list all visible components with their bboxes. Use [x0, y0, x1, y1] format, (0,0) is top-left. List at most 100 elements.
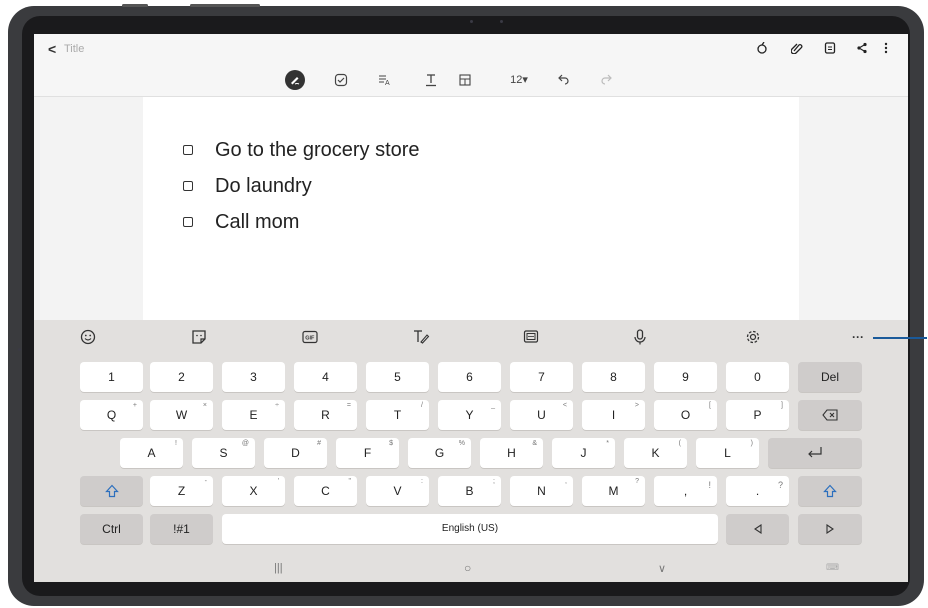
handwriting-pen-button[interactable]: [285, 70, 305, 90]
more-icon[interactable]: ···: [848, 328, 868, 346]
checkbox[interactable]: [183, 217, 193, 227]
key-h[interactable]: H &: [480, 438, 543, 468]
checklist-item-text[interactable]: Call mom: [215, 211, 299, 234]
checkbox[interactable]: [183, 145, 193, 155]
key-4[interactable]: 4: [294, 362, 357, 392]
enter-key[interactable]: [768, 438, 862, 468]
key-y[interactable]: Y _: [438, 400, 501, 430]
text-color-icon[interactable]: [424, 72, 438, 88]
page-icon[interactable]: [824, 42, 836, 54]
checklist-item[interactable]: Call mom: [183, 209, 299, 235]
symbols-key[interactable]: !#1: [150, 514, 213, 544]
key-v[interactable]: V:: [366, 476, 429, 506]
key-a[interactable]: A!: [120, 438, 183, 468]
checkbox[interactable]: [183, 181, 193, 191]
checklist-item-text[interactable]: Do laundry: [215, 175, 312, 198]
keyboard-switch-icon[interactable]: ⌨: [826, 562, 839, 573]
undo-icon[interactable]: [556, 72, 570, 88]
paperclip-icon[interactable]: [791, 42, 803, 54]
key-f[interactable]: F $: [336, 438, 399, 468]
key-alt: -: [204, 478, 207, 485]
key-e[interactable]: E ÷: [222, 400, 285, 430]
key-k[interactable]: K(: [624, 438, 687, 468]
redo-icon[interactable]: [600, 72, 614, 88]
key-label: I: [611, 408, 616, 422]
key-i[interactable]: I >: [582, 400, 645, 430]
checklist-item[interactable]: Go to the grocery store: [183, 137, 420, 163]
key-b[interactable]: B;: [438, 476, 501, 506]
callout-line: [873, 337, 927, 339]
handwriting-icon[interactable]: [412, 328, 430, 346]
share-icon[interactable]: [856, 42, 868, 54]
key-o[interactable]: O[: [654, 400, 717, 430]
key-j[interactable]: J *: [552, 438, 615, 468]
key-alt: ?: [777, 480, 783, 490]
clipboard-icon[interactable]: [522, 328, 540, 346]
key-t[interactable]: T /: [366, 400, 429, 430]
key-c[interactable]: C ": [294, 476, 357, 506]
key-m[interactable]: M?: [582, 476, 645, 506]
key-u[interactable]: U <: [510, 400, 573, 430]
cursor-left-key[interactable]: [726, 514, 789, 544]
sticker-icon[interactable]: [190, 328, 208, 346]
note-title-field[interactable]: Title: [64, 43, 84, 55]
back-nav-button[interactable]: ∨: [658, 562, 666, 575]
shift-key-left[interactable]: [80, 476, 143, 506]
key-0[interactable]: 0: [726, 362, 789, 392]
key-s[interactable]: S @: [192, 438, 255, 468]
key-1[interactable]: 1: [80, 362, 143, 392]
checklist-item[interactable]: Do laundry: [183, 173, 312, 199]
key-label: U: [537, 408, 546, 422]
key-g[interactable]: G%: [408, 438, 471, 468]
key-alt: &: [532, 440, 537, 447]
key-2[interactable]: 2: [150, 362, 213, 392]
key-6[interactable]: 6: [438, 362, 501, 392]
checkbox-icon[interactable]: [334, 72, 348, 88]
text-style-icon[interactable]: A: [378, 72, 392, 88]
key-x[interactable]: X ': [222, 476, 285, 506]
key-p[interactable]: P]: [726, 400, 789, 430]
note-page[interactable]: Go to the grocery store Do laundry Call …: [143, 97, 799, 320]
font-size-dropdown[interactable]: 12▾: [506, 72, 532, 88]
backspace-key[interactable]: [798, 400, 862, 430]
key-n[interactable]: N,: [510, 476, 573, 506]
table-icon[interactable]: [458, 72, 472, 88]
space-bar[interactable]: English (US): [222, 514, 718, 544]
ctrl-key[interactable]: Ctrl: [80, 514, 143, 544]
emoji-icon[interactable]: [79, 328, 97, 346]
svg-text:GIF: GIF: [305, 335, 315, 341]
key-8[interactable]: 8: [582, 362, 645, 392]
key-q[interactable]: Q +: [80, 400, 143, 430]
key-d[interactable]: D #: [264, 438, 327, 468]
key-z[interactable]: Z-: [150, 476, 213, 506]
home-button[interactable]: ○: [464, 561, 471, 575]
key-9[interactable]: 9: [654, 362, 717, 392]
cursor-right-key[interactable]: [798, 514, 862, 544]
key-5[interactable]: 5: [366, 362, 429, 392]
mic-icon[interactable]: [631, 328, 649, 346]
settings-icon[interactable]: [744, 328, 762, 346]
power-button: [190, 4, 260, 7]
sticker-icon[interactable]: [756, 42, 768, 54]
more-vert-icon[interactable]: [880, 42, 892, 54]
delete-key[interactable]: Del: [798, 362, 862, 392]
key-alt: ': [277, 478, 279, 485]
key-7[interactable]: 7: [510, 362, 573, 392]
key-3[interactable]: 3: [222, 362, 285, 392]
key-l[interactable]: L): [696, 438, 759, 468]
key-r[interactable]: R =: [294, 400, 357, 430]
shift-key-right[interactable]: [798, 476, 862, 506]
gif-icon[interactable]: GIF: [301, 328, 319, 346]
checklist-item-text[interactable]: Go to the grocery store: [215, 139, 420, 162]
key-label: .: [755, 484, 760, 498]
key-alt: ×: [202, 402, 207, 409]
key-label: P: [753, 408, 762, 422]
key-alt: !: [175, 440, 177, 447]
recent-apps-button[interactable]: |||: [274, 562, 283, 574]
key-w[interactable]: W ×: [150, 400, 213, 430]
back-button[interactable]: <: [48, 41, 56, 57]
key-period[interactable]: .?: [726, 476, 789, 506]
key-alt: /: [421, 402, 423, 409]
key-comma[interactable]: ,!: [654, 476, 717, 506]
key-label: N: [537, 484, 546, 498]
